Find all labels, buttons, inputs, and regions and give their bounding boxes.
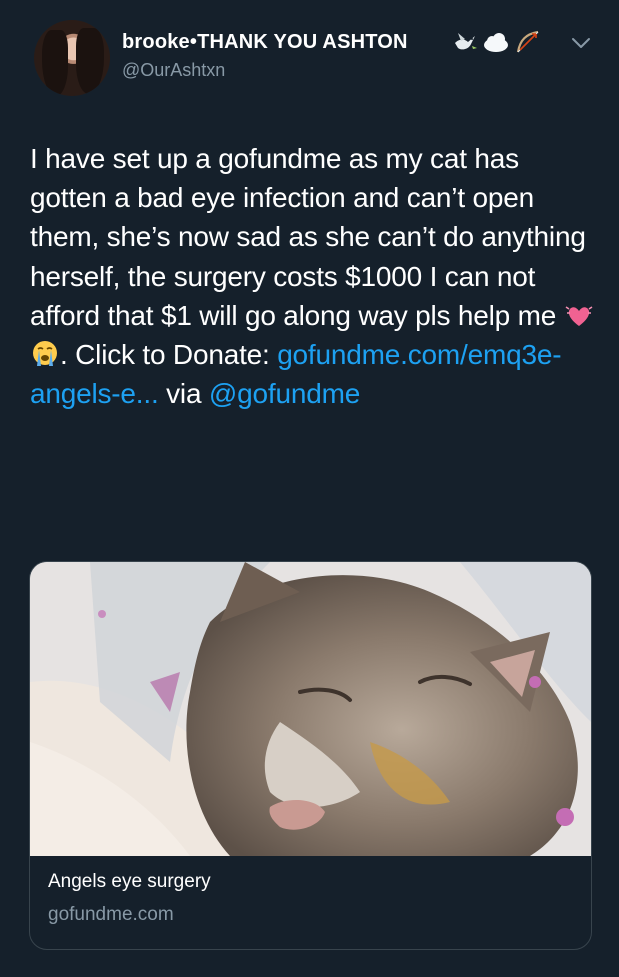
tweet-text-part1: I have set up a gofundme as my cat has g… xyxy=(30,143,586,331)
avatar[interactable] xyxy=(34,20,110,96)
tweet-text-part2: . Click to Donate: xyxy=(60,339,278,371)
chevron-down-icon[interactable] xyxy=(570,36,592,50)
tweet-text-part3: via xyxy=(158,378,209,410)
author-display-name[interactable]: brooke•THANK YOU ASHTON xyxy=(122,31,408,54)
gofundme-mention[interactable]: @gofundme xyxy=(209,378,360,409)
card-domain: gofundme.com xyxy=(48,904,174,925)
tweet-header: brooke•THANK YOU ASHTON @OurAshtxn xyxy=(34,20,604,100)
bow-and-arrow-icon xyxy=(516,30,539,53)
tweet-text: I have set up a gofundme as my cat has g… xyxy=(30,139,595,413)
dove-icon xyxy=(455,33,477,50)
heart-pulse-icon xyxy=(565,306,593,326)
cloud-icon xyxy=(484,33,508,52)
avatar-hair-right xyxy=(76,28,104,94)
card-image-cat-with-cone[interactable] xyxy=(30,562,591,856)
card-title: Angels eye surgery xyxy=(48,871,211,892)
loudly-crying-face-icon xyxy=(33,341,57,367)
avatar-hair-left xyxy=(42,30,68,96)
link-preview-card[interactable]: Angels eye surgery gofundme.com xyxy=(29,561,592,950)
author-handle[interactable]: @OurAshtxn xyxy=(122,60,225,81)
name-emojis xyxy=(452,27,542,57)
